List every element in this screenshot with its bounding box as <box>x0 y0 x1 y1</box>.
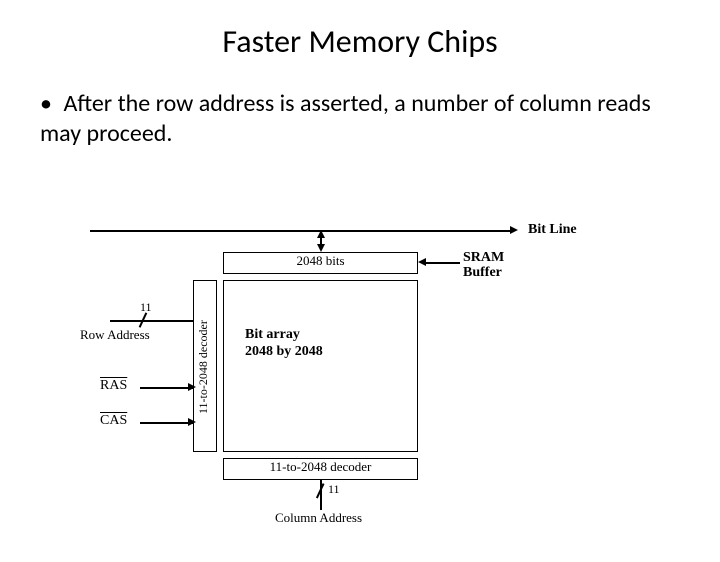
cas-wire <box>140 422 193 424</box>
sram-pointer-arrow <box>418 258 426 266</box>
bullet-dot: • <box>40 89 58 119</box>
memory-chip-diagram: Bit Line 2048 bits SRAM Buffer Bit array… <box>80 222 620 552</box>
bitline-arrow-up <box>317 230 325 238</box>
col-decoder-label: 11-to-2048 decoder <box>270 459 372 474</box>
bit-line-arrow <box>510 226 518 234</box>
row-addr-width: 11 <box>140 300 152 315</box>
bitline-arrow-down <box>317 244 325 252</box>
ras-arrow <box>188 383 196 391</box>
row-addr-wire <box>110 320 193 322</box>
bit-array-box <box>223 280 418 452</box>
bit-line-wire <box>90 230 510 232</box>
cas-arrow <box>188 418 196 426</box>
slide-title: Faster Memory Chips <box>0 22 720 61</box>
row-address-label: Row Address <box>80 327 150 343</box>
bullet-text: After the row address is asserted, a num… <box>40 89 651 148</box>
sram-pointer-line <box>425 262 460 264</box>
ras-wire <box>140 387 193 389</box>
sram-label-2: Buffer <box>463 265 502 281</box>
bullet-list: • After the row address is asserted, a n… <box>40 89 680 149</box>
column-address-label: Column Address <box>275 510 362 526</box>
bit-line-label: Bit Line <box>528 222 577 238</box>
col-decoder-box: 11-to-2048 decoder <box>223 458 418 480</box>
bit-array-label-1: Bit array <box>245 327 300 343</box>
sram-label-1: SRAM <box>463 250 504 266</box>
ras-label: RAS <box>100 378 127 394</box>
col-addr-width: 11 <box>328 482 340 497</box>
buffer-bits-label: 2048 bits <box>296 253 344 268</box>
bit-array-label-2: 2048 by 2048 <box>245 344 323 360</box>
row-decoder-label: 11-to-2048 decoder <box>196 302 211 432</box>
cas-label: CAS <box>100 413 127 429</box>
sram-buffer-box: 2048 bits <box>223 252 418 274</box>
